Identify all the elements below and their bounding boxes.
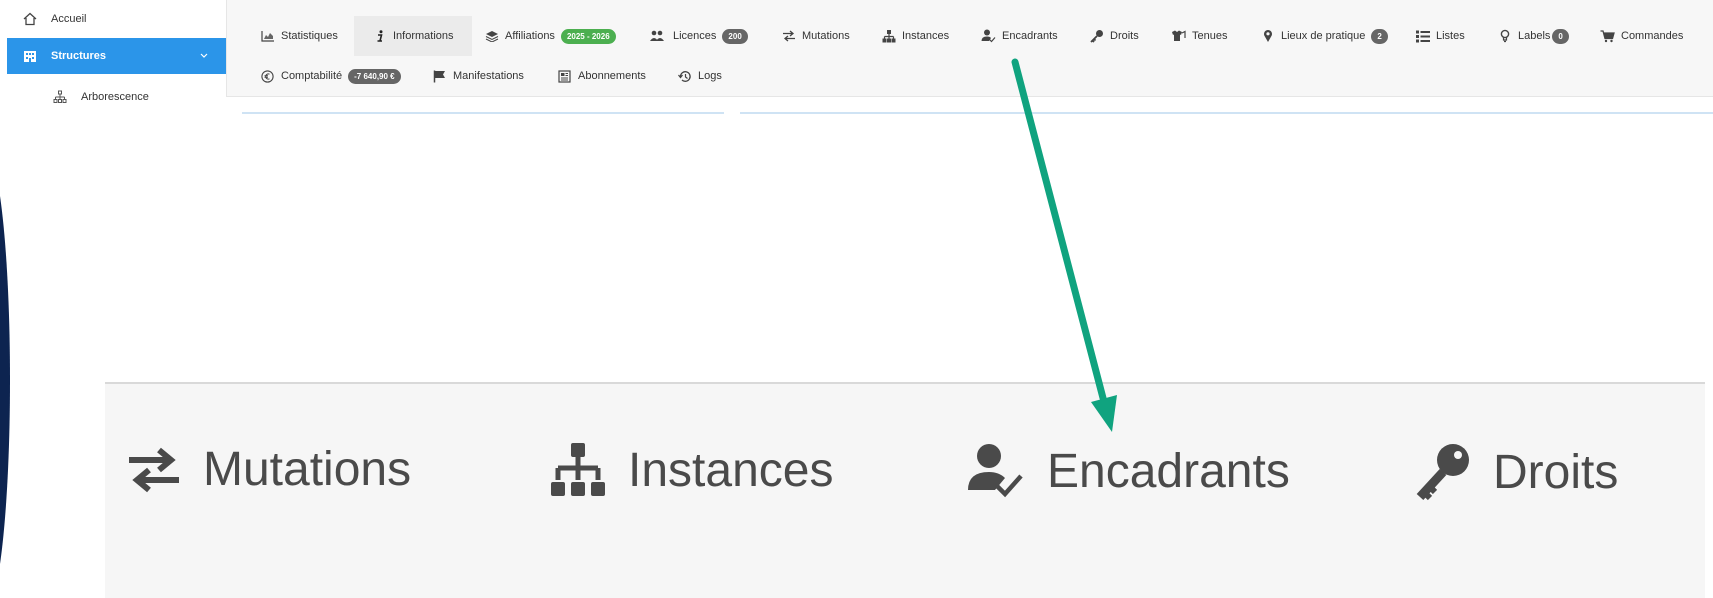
page: Accueil Structures Arborescence Statisti…	[0, 0, 1713, 598]
arrow-head	[1091, 395, 1117, 432]
arrow-shaft	[1011, 58, 1107, 402]
arrow-annotation	[1011, 58, 1117, 432]
